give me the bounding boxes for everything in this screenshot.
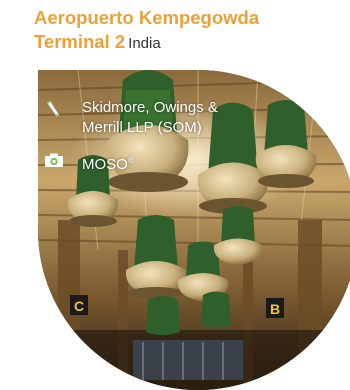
svg-text:B: B [270, 301, 280, 317]
project-name-line1: Aeropuerto Kempegowda [34, 7, 260, 28]
registered-mark: ® [127, 155, 135, 165]
project-name-line2: Terminal 2 [34, 31, 126, 52]
pencil-icon [44, 100, 62, 118]
camera-icon [44, 152, 63, 170]
architect-name-line1: Skidmore, Owings & [82, 99, 218, 116]
project-country: India [128, 35, 161, 52]
svg-text:C: C [74, 298, 84, 314]
project-photo: C B Skidmore, Owings & Merrill LLP (SOM)… [38, 70, 350, 390]
architect-name-line2: Merrill LLP (SOM) [82, 119, 202, 136]
project-title: Aeropuerto Kempegowda Terminal 2 India [34, 6, 344, 56]
photographer-name: MOSO [82, 156, 128, 173]
